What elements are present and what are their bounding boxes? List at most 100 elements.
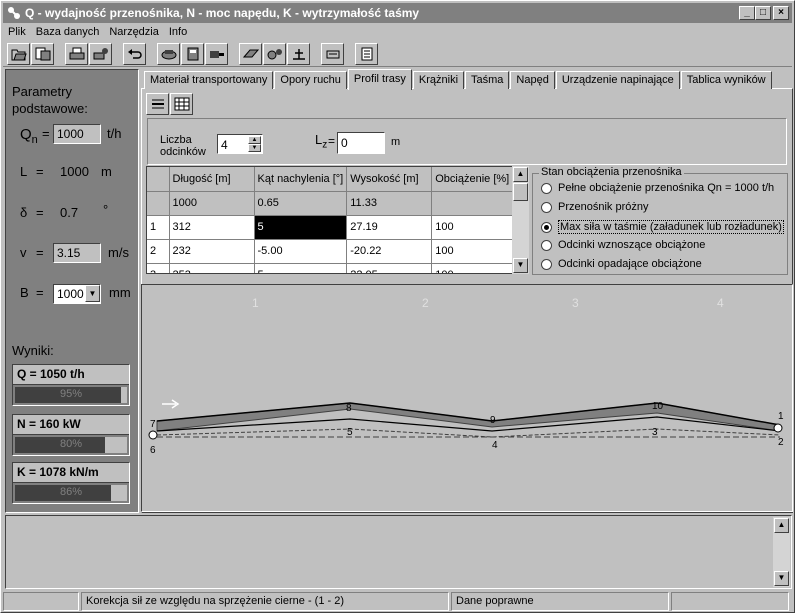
belt-icon[interactable]	[239, 42, 262, 65]
point-label: 4	[492, 440, 498, 451]
summary-cell	[431, 191, 518, 216]
qn-input[interactable]: 1000	[53, 124, 101, 144]
point-label: 6	[150, 445, 156, 456]
table-scrollbar[interactable]: ▲ ▼	[512, 166, 529, 274]
l-label: L	[20, 164, 28, 179]
table-icon[interactable]	[170, 93, 193, 115]
radio-circle-selected[interactable]	[541, 221, 552, 233]
table-cell[interactable]: -5.00	[254, 239, 348, 264]
table-cell[interactable]: -20.22	[346, 239, 433, 264]
lz-input[interactable]: 0	[337, 132, 385, 154]
motor-icon[interactable]	[205, 42, 228, 65]
radio-full-load[interactable]: Pełne obciążenie przenośnika Qn = 1000 t…	[541, 182, 774, 194]
scroll-thumb[interactable]	[513, 183, 528, 201]
col-length[interactable]: Długość [m]	[169, 167, 255, 192]
table-cell[interactable]: 27.19	[346, 215, 433, 240]
table-cell[interactable]: 100	[431, 263, 518, 273]
tab-resistance[interactable]: Opory ruchu	[274, 71, 347, 89]
point-label: 3	[652, 427, 658, 438]
report-icon[interactable]	[355, 42, 378, 65]
result-n-bar: 80%	[15, 437, 127, 453]
table-cell[interactable]: 100	[431, 215, 518, 240]
minimize-button[interactable]: _	[739, 6, 755, 20]
scroll-down-icon[interactable]: ▼	[774, 571, 789, 586]
conveyor-icon[interactable]	[157, 42, 180, 65]
table-cell[interactable]: 5	[254, 263, 348, 273]
segment-number: 4	[717, 296, 724, 310]
summary-cell	[147, 191, 170, 216]
radio-max-force[interactable]: Max siła w taśmie (załadunek lub rozładu…	[541, 220, 784, 234]
scroll-down-icon[interactable]: ▼	[513, 258, 528, 273]
segments-label-2: odcinków	[160, 146, 206, 158]
menu-info[interactable]: Info	[164, 26, 192, 38]
table-row: 2 232 -5.00 -20.22 100	[147, 239, 518, 264]
radio-circle[interactable]	[541, 182, 552, 194]
delta-value: 0.7	[60, 205, 79, 220]
b-select[interactable]: 1000 ▼	[53, 284, 101, 304]
result-k-bar: 86%	[15, 485, 127, 501]
status-middle: Korekcja sił ze względu na sprzężenie ci…	[81, 592, 449, 611]
result-k-label: K = 1078 kN/m	[13, 463, 129, 483]
radio-circle[interactable]	[541, 239, 552, 251]
radio-empty[interactable]: Przenośnik próżny	[541, 201, 649, 213]
col-angle[interactable]: Kąt nachylenia [°]	[254, 167, 348, 192]
point-label: 9	[490, 415, 496, 426]
save-as-icon[interactable]	[31, 42, 54, 65]
close-button[interactable]: ×	[773, 6, 789, 20]
table-cell[interactable]: 100	[431, 239, 518, 264]
reference-line	[156, 428, 781, 438]
table-cell[interactable]: 232	[169, 239, 255, 264]
table-cell[interactable]: 22.05	[346, 263, 433, 273]
radio-falling-loaded[interactable]: Odcinki opadające obciążone	[541, 258, 702, 270]
tensioner-icon[interactable]	[287, 42, 310, 65]
qn-eq: =	[42, 126, 50, 141]
table-cell-selected[interactable]: 5	[254, 215, 348, 240]
radio-circle[interactable]	[541, 258, 552, 270]
scroll-up-icon[interactable]: ▲	[774, 518, 789, 533]
tab-route-profile[interactable]: Profil trasy	[347, 69, 412, 90]
tab-drive[interactable]: Napęd	[510, 71, 555, 89]
menu-tools[interactable]: Narzędzia	[104, 26, 164, 38]
radio-circle[interactable]	[541, 201, 552, 213]
belt-roll-icon[interactable]	[321, 42, 344, 65]
menu-bar: Plik Baza danych Narzędzia Info	[3, 23, 192, 41]
idler-icon[interactable]	[263, 42, 286, 65]
tab-material[interactable]: Materiał transportowany	[144, 71, 274, 89]
undo-icon[interactable]	[123, 42, 146, 65]
b-select-value: 1000	[57, 287, 84, 301]
print-icon[interactable]	[65, 42, 88, 65]
radio-rising-loaded[interactable]: Odcinki wznoszące obciążone	[541, 239, 705, 251]
col-load[interactable]: Obciążenie [%]	[431, 167, 518, 192]
scroll-up-icon[interactable]: ▲	[513, 167, 528, 182]
print-setup-icon[interactable]	[89, 42, 112, 65]
parameters-panel: Parametry podstawowe: Qn = 1000 t/h L = …	[5, 69, 139, 513]
calculator-icon[interactable]	[181, 42, 204, 65]
segments-spinner[interactable]: 4 ▲ ▼	[217, 134, 263, 154]
tab-results[interactable]: Tablica wyników	[680, 71, 772, 89]
table-cell[interactable]: 253	[169, 263, 255, 273]
menu-database[interactable]: Baza danych	[31, 26, 105, 38]
profile-svg: 1 2 3 4 7 8 9 10 1 6 5 4 3 2	[148, 296, 784, 456]
maximize-button[interactable]: □	[755, 6, 771, 20]
tab-idlers[interactable]: Krążniki	[412, 71, 465, 89]
table-cell[interactable]: 312	[169, 215, 255, 240]
message-scrollbar[interactable]: ▲ ▼	[773, 517, 790, 587]
tab-tensioner[interactable]: Urządzenie napinające	[555, 71, 680, 89]
toolbar	[3, 41, 792, 67]
tab-belt[interactable]: Taśma	[465, 71, 510, 89]
open-icon[interactable]	[7, 42, 30, 65]
v-input[interactable]: 3.15	[53, 243, 101, 263]
spin-down-icon[interactable]: ▼	[248, 144, 261, 152]
spin-up-icon[interactable]: ▲	[248, 136, 261, 144]
point-label: 10	[652, 401, 664, 412]
col-height[interactable]: Wysokość [m]	[346, 167, 433, 192]
v-eq: =	[36, 245, 44, 260]
window-title: Q - wydajność przenośnika, N - moc napęd…	[25, 6, 420, 20]
chevron-down-icon[interactable]: ▼	[85, 285, 100, 302]
menu-file[interactable]: Plik	[3, 26, 31, 38]
segments-icon[interactable]	[146, 93, 169, 115]
v-label: v	[20, 245, 27, 260]
b-label: B	[20, 285, 29, 300]
row-index: 3	[147, 263, 170, 273]
qn-unit: t/h	[107, 126, 122, 141]
